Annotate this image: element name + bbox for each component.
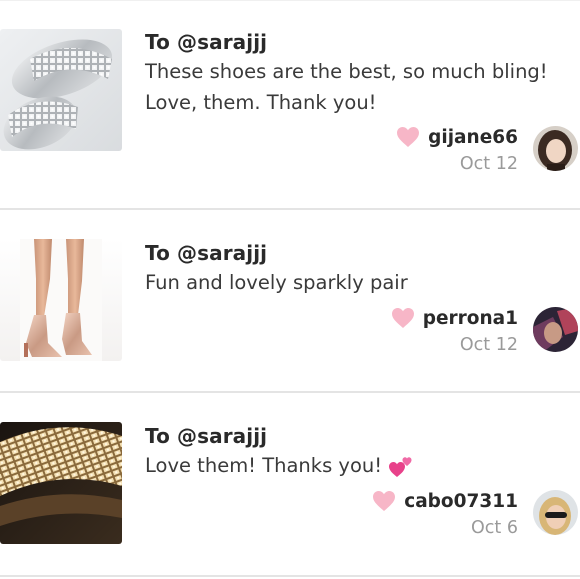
- review-message: These shoes are the best, so much bling!…: [145, 60, 548, 114]
- review-card[interactable]: To @sarajjj Love them! Thanks you! cabo0…: [0, 393, 580, 576]
- review-date: Oct 12: [459, 154, 518, 174]
- avatar[interactable]: [533, 126, 578, 171]
- heart-icon: [391, 308, 414, 328]
- review-card[interactable]: To @sarajjj These shoes are the best, so…: [0, 27, 580, 210]
- product-thumbnail[interactable]: [0, 239, 122, 361]
- product-thumbnail[interactable]: [0, 29, 122, 151]
- two-hearts-icon: [389, 456, 412, 477]
- heart-icon: [397, 127, 420, 147]
- review-message: Fun and lovely sparkly pair: [145, 271, 408, 294]
- review-message: Love them! Thanks you!: [145, 450, 570, 481]
- heart-icon: [373, 491, 396, 511]
- love-notes-feed: To @sarajjj These shoes are the best, so…: [0, 0, 580, 579]
- username-link[interactable]: perrona1: [423, 308, 518, 329]
- product-thumbnail[interactable]: [0, 422, 122, 544]
- username-link[interactable]: cabo07311: [404, 491, 518, 512]
- avatar[interactable]: [533, 307, 578, 352]
- recipient-label: To @sarajjj: [145, 30, 268, 54]
- author-row[interactable]: gijane66: [396, 126, 518, 148]
- review-message-text: Love them! Thanks you!: [145, 454, 383, 477]
- review-date: Oct 6: [471, 518, 518, 538]
- recipient-label: To @sarajjj: [145, 424, 268, 448]
- author-row[interactable]: cabo07311: [372, 490, 518, 512]
- divider: [0, 575, 580, 577]
- top-edge: [0, 0, 580, 1]
- author-row[interactable]: perrona1: [391, 307, 518, 329]
- username-link[interactable]: gijane66: [428, 127, 518, 148]
- recipient-label: To @sarajjj: [145, 241, 268, 265]
- review-card[interactable]: To @sarajjj Fun and lovely sparkly pair …: [0, 210, 580, 393]
- review-date: Oct 12: [459, 335, 518, 355]
- avatar[interactable]: [533, 490, 578, 535]
